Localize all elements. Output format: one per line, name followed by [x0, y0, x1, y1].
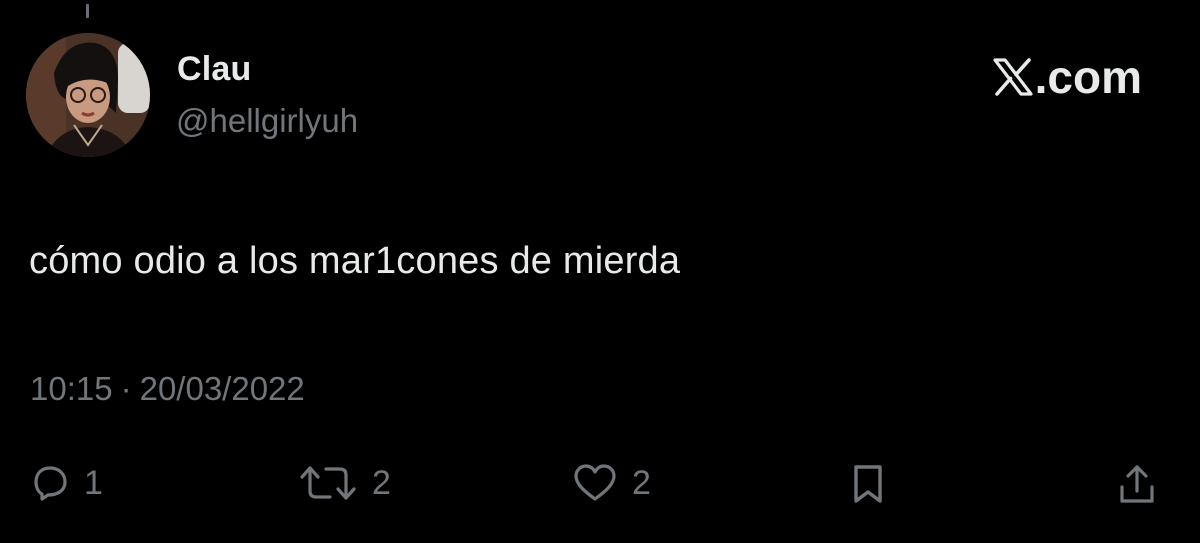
- tweet-time: 10:15: [30, 370, 113, 407]
- bookmark-icon: [854, 465, 882, 503]
- x-brand-logo: .com: [993, 50, 1142, 104]
- heart-icon: [574, 464, 616, 501]
- display-name[interactable]: Clau: [177, 50, 251, 89]
- tweet-date: 20/03/2022: [139, 370, 305, 407]
- timestamp-separator: ·: [120, 370, 132, 407]
- user-handle[interactable]: @hellgirlyuh: [176, 102, 358, 140]
- like-button[interactable]: 2: [572, 463, 651, 503]
- share-button[interactable]: [1117, 463, 1157, 505]
- avatar[interactable]: [26, 33, 150, 157]
- reply-button[interactable]: 1: [30, 463, 103, 503]
- like-count: 2: [632, 463, 651, 502]
- avatar-photo: [26, 33, 150, 157]
- top-divider-tick: [86, 4, 89, 18]
- reply-icon: [34, 466, 67, 501]
- tweet-text: cómo odio a los mar1cones de mierda: [29, 240, 681, 282]
- x-logo-icon: [993, 58, 1033, 96]
- share-icon: [1120, 465, 1154, 503]
- reply-count: 1: [84, 463, 103, 502]
- retweet-count: 2: [372, 463, 391, 502]
- tweet-action-bar: 1 2 2: [0, 455, 1200, 525]
- retweet-button[interactable]: 2: [298, 463, 391, 503]
- retweet-icon: [300, 466, 356, 500]
- bookmark-button[interactable]: [848, 463, 888, 505]
- x-domain-text: .com: [1034, 51, 1142, 103]
- tweet-timestamp[interactable]: 10:15 · 20/03/2022: [30, 370, 305, 408]
